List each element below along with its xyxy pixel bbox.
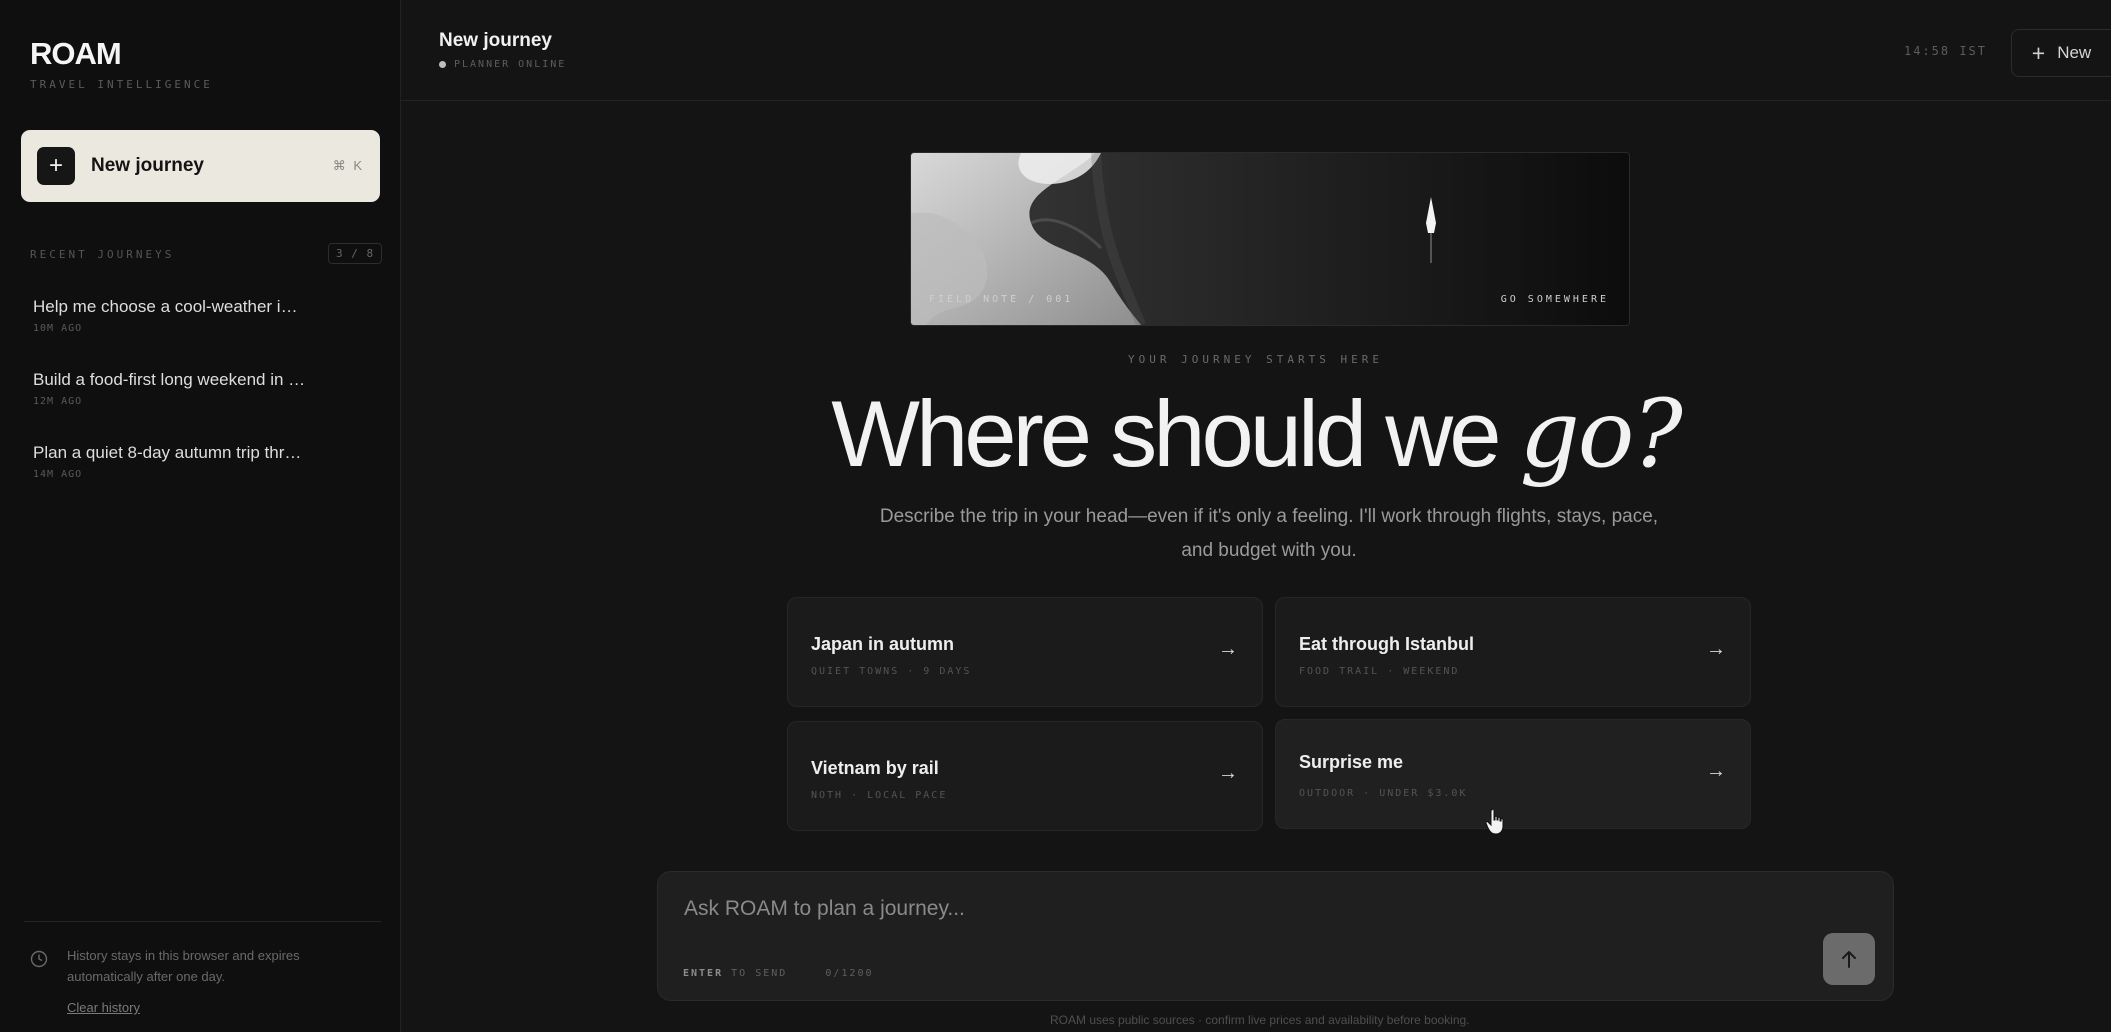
headline-main: Where should we <box>831 381 1501 486</box>
page-title: New journey <box>439 30 552 51</box>
suggestion-title: Japan in autumn <box>811 634 955 654</box>
arrow-right-icon: → <box>1218 762 1238 784</box>
hero-image: FIELD NOTE / 001 GO SOMEWHERE <box>910 152 1630 326</box>
suggestion-meta: QUIET TOWNS · 9 DAYS <box>811 666 972 677</box>
suggestion-card-surprise[interactable]: Surprise me OUTDOOR · UNDER $3.0K → <box>1275 719 1751 829</box>
clock-icon <box>30 950 48 968</box>
hero-headline: Where should we go? <box>0 380 2111 489</box>
suggestion-meta: OUTDOOR · UNDER $3.0K <box>1299 788 1468 799</box>
hint-enter-key: ENTER <box>683 968 724 979</box>
suggestion-title: Surprise me <box>1299 752 1404 772</box>
recent-journey-item[interactable]: Help me choose a cool-weather i… 10M AGO <box>33 297 333 334</box>
recent-journey-time: 10M AGO <box>33 323 83 334</box>
new-journey-label: New journey <box>91 155 204 176</box>
prompt-input[interactable] <box>682 892 1686 926</box>
hand-cursor-icon <box>1485 808 1504 835</box>
status-dot-icon <box>439 61 446 68</box>
new-button-label: New <box>2057 43 2092 62</box>
hero-eyebrow: YOUR JOURNEY STARTS HERE <box>1128 353 1383 366</box>
brand-logo[interactable]: ROAM <box>30 36 122 72</box>
hint-enter-text: TO SEND <box>731 968 788 979</box>
top-bar: New journey PLANNER ONLINE 14:58 IST + N… <box>401 0 2111 101</box>
disclaimer-footnote: ROAM uses public sources · confirm live … <box>1050 1013 1470 1027</box>
plus-icon: + <box>2031 39 2046 66</box>
recent-journey-title: Help me choose a cool-weather i… <box>33 297 298 316</box>
arrow-up-icon <box>1842 951 1856 968</box>
plus-icon: + <box>37 147 75 185</box>
hero-caption-left: FIELD NOTE / 001 <box>929 294 1074 305</box>
suggestion-title: Vietnam by rail <box>811 758 939 778</box>
hero-subline: Describe the trip in your head—even if i… <box>879 506 1659 561</box>
sidebar: ROAM TRAVEL INTELLIGENCE + New journey ⌘… <box>0 0 401 1032</box>
planner-status-text: PLANNER ONLINE <box>454 59 567 70</box>
suggestion-card-vietnam[interactable]: Vietnam by rail NOTH · LOCAL PACE → <box>787 721 1263 831</box>
chat-composer: ENTER TO SEND 0/1200 <box>657 871 1894 1001</box>
shortcut-hint: ⌘ K <box>332 158 364 173</box>
headline-emphasis: go? <box>1519 380 1683 489</box>
planner-status: PLANNER ONLINE <box>439 59 566 70</box>
sidebar-divider <box>24 921 381 922</box>
recent-count-badge: 3 / 8 <box>328 243 383 264</box>
suggestion-meta: NOTH · LOCAL PACE <box>811 790 948 801</box>
clock-readout: 14:58 IST <box>1903 44 1987 58</box>
suggestion-card-japan[interactable]: Japan in autumn QUIET TOWNS · 9 DAYS → <box>787 597 1263 707</box>
char-counter: 0/1200 <box>825 968 874 979</box>
arrow-right-icon: → <box>1706 760 1726 782</box>
suggestion-meta: FOOD TRAIL · WEEKEND <box>1299 666 1460 677</box>
suggestion-title: Eat through Istanbul <box>1299 634 1474 654</box>
suggestion-card-istanbul[interactable]: Eat through Istanbul FOOD TRAIL · WEEKEN… <box>1275 597 1751 707</box>
history-note: History stays in this browser and expire… <box>67 948 300 984</box>
arrow-right-icon: → <box>1218 638 1238 660</box>
brand-tagline: TRAVEL INTELLIGENCE <box>30 78 213 91</box>
hero-caption-right: GO SOMEWHERE <box>1500 294 1609 305</box>
send-button[interactable] <box>1823 933 1875 985</box>
new-journey-button[interactable]: + New journey ⌘ K <box>21 130 380 202</box>
clear-history-link[interactable]: Clear history <box>67 1000 140 1015</box>
recent-journeys-heading: RECENT JOURNEYS <box>30 248 175 261</box>
arrow-right-icon: → <box>1706 638 1726 660</box>
composer-hint: ENTER TO SEND 0/1200 <box>683 968 873 979</box>
new-button[interactable]: + New <box>2011 29 2111 77</box>
